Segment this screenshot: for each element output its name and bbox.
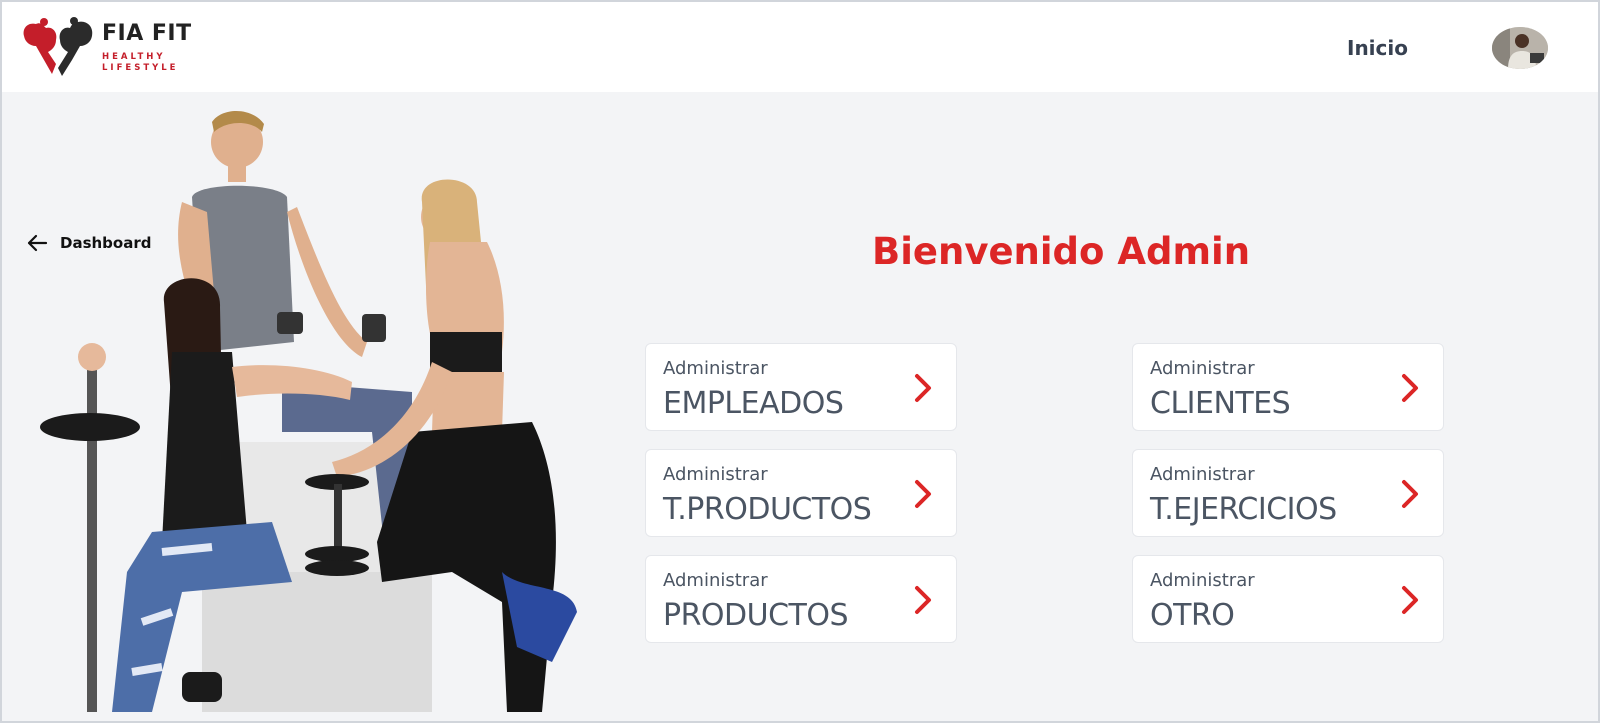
fitness-models-image [40, 110, 577, 712]
brand-tagline-2: LIFESTYLE [102, 63, 179, 73]
back-link-label: Dashboard [60, 234, 152, 252]
chevron-right-icon [1402, 374, 1418, 402]
avatar-photo-icon [1492, 27, 1548, 69]
nav-link-inicio[interactable]: Inicio [1347, 36, 1408, 60]
card-title: T.PRODUCTOS [663, 492, 872, 527]
card-caption: Administrar [663, 464, 768, 485]
chevron-right-icon [915, 480, 931, 508]
manage-employees-card[interactable]: Administrar EMPLEADOS [645, 343, 957, 431]
manage-clients-card[interactable]: Administrar CLIENTES [1132, 343, 1444, 431]
top-navbar: FIA FIT HEALTHY LIFESTYLE Inicio [2, 2, 1598, 92]
back-to-dashboard-link[interactable]: Dashboard [26, 232, 151, 254]
chevron-right-icon [915, 374, 931, 402]
card-caption: Administrar [1150, 464, 1255, 485]
card-caption: Administrar [663, 358, 768, 379]
card-caption: Administrar [1150, 570, 1255, 591]
user-avatar[interactable] [1492, 27, 1548, 69]
welcome-title: Bienvenido Admin [872, 230, 1251, 273]
card-title: PRODUCTOS [663, 598, 849, 633]
brand-logo[interactable]: FIA FIT HEALTHY LIFESTYLE [18, 16, 193, 80]
card-caption: Administrar [1150, 358, 1255, 379]
manage-other-card[interactable]: Administrar OTRO [1132, 555, 1444, 643]
manage-exercise-types-card[interactable]: Administrar T.EJERCICIOS [1132, 449, 1444, 537]
card-title: EMPLEADOS [663, 386, 844, 421]
chevron-right-icon [915, 586, 931, 614]
brand-tagline-1: HEALTHY [102, 52, 166, 62]
chevron-right-icon [1402, 586, 1418, 614]
card-title: CLIENTES [1150, 386, 1291, 421]
manage-product-types-card[interactable]: Administrar T.PRODUCTOS [645, 449, 957, 537]
card-title: T.EJERCICIOS [1150, 492, 1337, 527]
manage-products-card[interactable]: Administrar PRODUCTOS [645, 555, 957, 643]
arrow-left-icon [27, 234, 48, 252]
brand-name: FIA FIT [102, 21, 192, 46]
card-caption: Administrar [663, 570, 768, 591]
chevron-right-icon [1402, 480, 1418, 508]
flexing-arms-logo-icon [23, 17, 93, 76]
brand-text: FIA FIT HEALTHY LIFESTYLE [102, 22, 192, 74]
card-title: OTRO [1150, 598, 1235, 633]
